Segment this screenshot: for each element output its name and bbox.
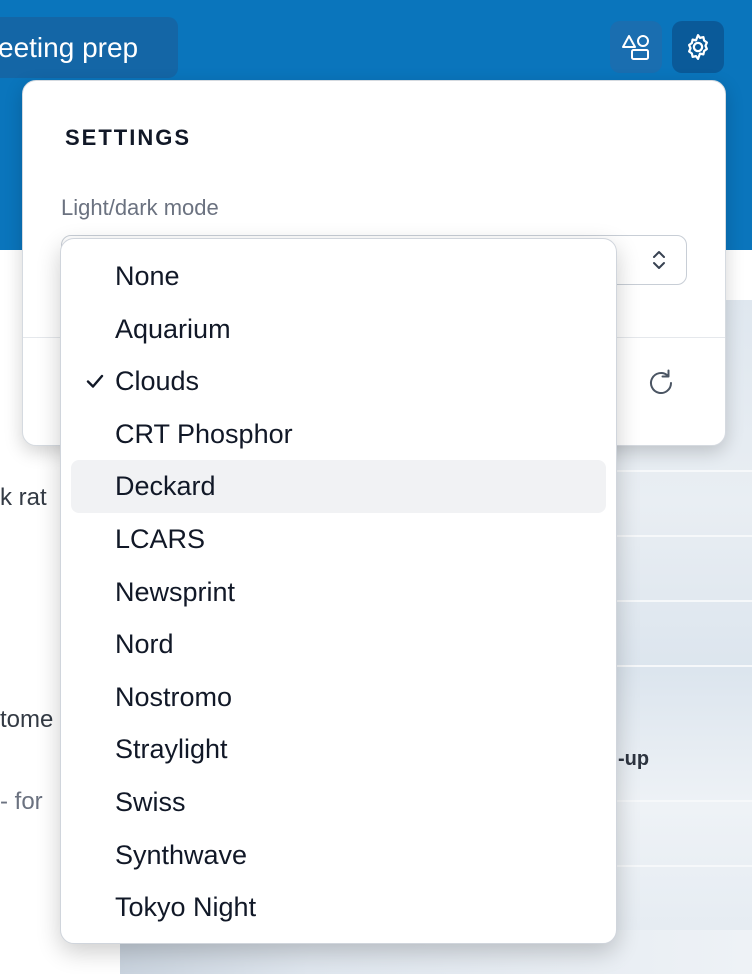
theme-option-label: Aquarium <box>115 313 231 344</box>
theme-option[interactable]: Straylight <box>71 723 606 776</box>
chevron-up-down-icon <box>653 251 665 269</box>
theme-option[interactable]: CRT Phosphor <box>71 408 606 461</box>
shapes-button[interactable] <box>610 21 662 73</box>
theme-option[interactable]: Deckard <box>71 460 606 513</box>
theme-option[interactable]: Newsprint <box>71 566 606 619</box>
theme-option-label: Swiss <box>115 786 186 817</box>
theme-option[interactable]: Tokyo Night <box>71 881 606 934</box>
theme-dropdown-list: None Aquarium Clouds CRT Phosphor Deckard LCA… <box>60 238 617 944</box>
theme-option-label: Deckard <box>115 471 216 502</box>
gear-icon <box>688 34 708 60</box>
theme-option[interactable]: Nostromo <box>71 671 606 724</box>
background-text: tome <box>0 706 54 733</box>
theme-option-label: CRT Phosphor <box>115 418 293 449</box>
page-title[interactable]: eeting prep <box>0 17 178 78</box>
background-text: k rat <box>0 484 47 511</box>
background-text: - for <box>0 788 43 815</box>
refresh-icon[interactable] <box>645 367 677 399</box>
theme-option-label: Straylight <box>115 734 228 765</box>
divider <box>610 600 752 602</box>
theme-option-label: Nostromo <box>115 681 233 712</box>
theme-option[interactable]: LCARS <box>71 513 606 566</box>
divider <box>610 800 752 802</box>
theme-option[interactable]: Swiss <box>71 776 606 829</box>
theme-option-label: Nord <box>115 629 174 660</box>
light-dark-mode-label: Light/dark mode <box>61 195 219 220</box>
theme-option[interactable]: Synthwave <box>71 829 606 882</box>
divider <box>610 865 752 867</box>
shapes-icon <box>622 35 649 60</box>
divider <box>610 665 752 667</box>
theme-option-label: Newsprint <box>115 576 236 607</box>
theme-option-label: None <box>115 261 180 291</box>
checkmark-icon <box>85 355 107 408</box>
theme-option[interactable]: Nord <box>71 618 606 671</box>
theme-option-label: Synthwave <box>115 839 248 870</box>
background-text: -up <box>618 748 650 770</box>
theme-option-label: LCARS <box>115 523 206 554</box>
theme-option[interactable]: None <box>71 250 606 303</box>
theme-option-label: Tokyo Night <box>115 892 257 923</box>
settings-button[interactable] <box>672 21 724 73</box>
divider <box>610 535 752 537</box>
divider <box>610 470 752 472</box>
theme-option-label: Clouds <box>115 366 200 397</box>
theme-option[interactable]: Clouds <box>71 355 606 408</box>
settings-title: SETTINGS <box>65 125 192 150</box>
theme-option[interactable]: Aquarium <box>71 303 606 356</box>
